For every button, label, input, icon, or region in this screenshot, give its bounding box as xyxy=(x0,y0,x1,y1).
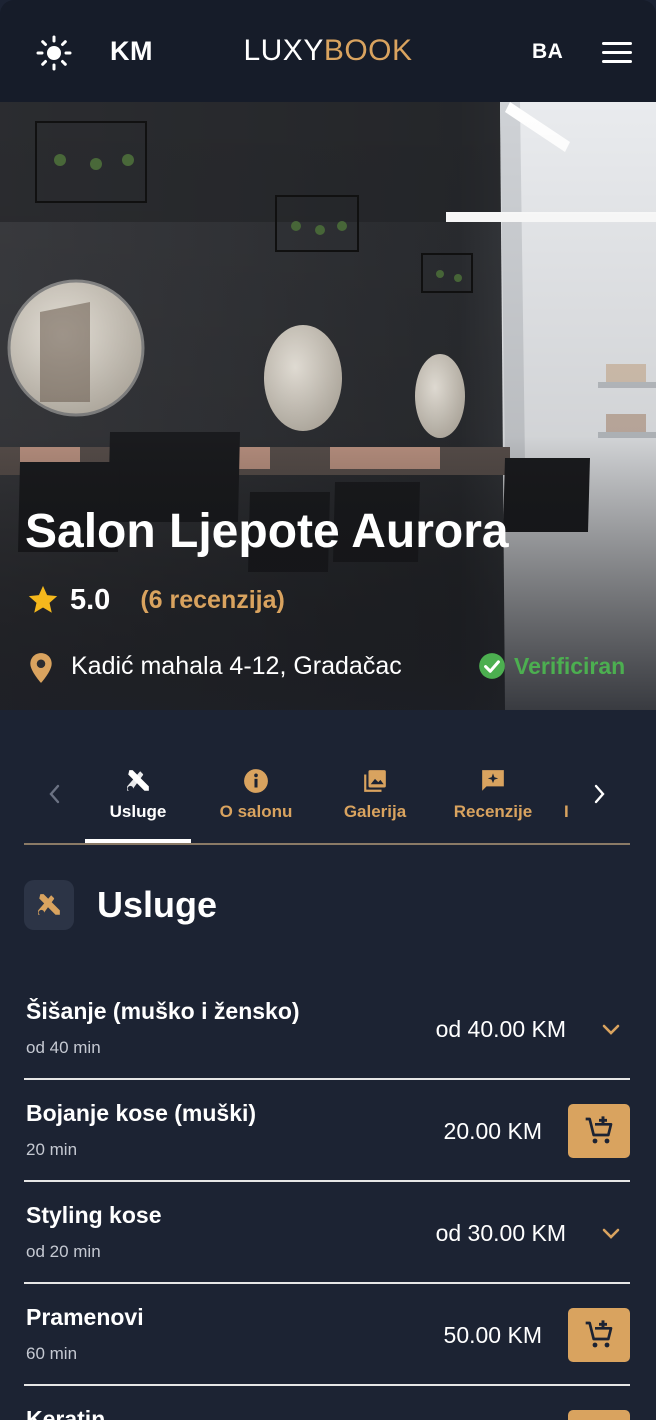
rating-row: 5.0 (6 recenzija) xyxy=(26,580,285,620)
service-name: Bojanje kose (muški) xyxy=(26,1100,257,1126)
tabs-scroll-right-icon[interactable] xyxy=(590,780,610,808)
info-icon xyxy=(244,769,268,793)
verified-label: Verificiran xyxy=(514,652,626,679)
service-item: Bojanje kose (muški) 20 min 20.00 KM xyxy=(24,1080,630,1182)
add-to-cart-button[interactable] xyxy=(568,1308,630,1362)
top-navigation-bar: KM LUXYBOOK BA xyxy=(0,0,656,102)
tab-o-salonu[interactable]: O salonu xyxy=(201,750,311,843)
service-duration: 20 min xyxy=(26,1140,78,1159)
chevron-down-icon[interactable] xyxy=(600,1018,622,1040)
section-title: Usluge xyxy=(97,884,218,925)
services-section-icon xyxy=(24,880,74,930)
service-duration: 60 min xyxy=(26,1344,78,1363)
active-tab-indicator xyxy=(85,839,191,843)
services-list: Šišanje (muško i žensko) od 40 min od 40… xyxy=(24,978,630,1420)
service-duration: od 40 min xyxy=(26,1038,101,1057)
language-selector[interactable]: BA xyxy=(532,40,563,64)
rating-value: 5.0 xyxy=(70,583,111,616)
tab-galerija[interactable]: Galerija xyxy=(320,750,430,843)
star-icon xyxy=(28,585,58,613)
scissors-ruler-icon xyxy=(38,894,60,916)
add-cart-icon xyxy=(585,1116,613,1144)
hamburger-menu-icon[interactable] xyxy=(602,42,632,64)
tab-label: Galerija xyxy=(343,802,407,821)
tab-label: O salonu xyxy=(219,802,293,821)
location-pin-icon xyxy=(30,653,52,683)
service-name: Styling kose xyxy=(26,1202,162,1228)
review-icon xyxy=(482,770,504,791)
verified-badge: Verificiran xyxy=(478,652,625,680)
chevron-down-icon[interactable] xyxy=(600,1222,622,1244)
salon-name: Salon Ljepote Aurora xyxy=(25,505,509,558)
check-circle-icon xyxy=(479,653,505,679)
salon-tabs: Usluge O salonu Galerija Recenzije I xyxy=(24,750,630,845)
gallery-icon xyxy=(364,770,386,792)
service-duration: od 20 min xyxy=(26,1242,101,1261)
add-cart-icon xyxy=(585,1320,613,1348)
reviews-count-link[interactable]: (6 recenzija) xyxy=(140,586,285,615)
service-item[interactable]: Styling kose od 20 min od 30.00 KM xyxy=(24,1182,630,1284)
service-name: Keratin xyxy=(26,1406,106,1420)
service-price: 20.00 KM xyxy=(443,1118,542,1144)
add-to-cart-button[interactable] xyxy=(568,1410,630,1420)
scissors-ruler-icon xyxy=(127,770,149,792)
service-item: Keratin xyxy=(24,1386,630,1420)
service-item[interactable]: Šišanje (muško i žensko) od 40 min od 40… xyxy=(24,978,630,1080)
service-name: Šišanje (muško i žensko) xyxy=(26,998,300,1024)
brand-logo-part1: LUXY xyxy=(243,34,324,67)
tab-label: Usluge xyxy=(109,802,167,821)
tab-recenzije[interactable]: Recenzije xyxy=(438,750,548,843)
service-name: Pramenovi xyxy=(26,1304,144,1330)
brand-logo-part2: BOOK xyxy=(323,34,413,67)
salon-hero: Salon Ljepote Aurora 5.0 (6 recenzija) K… xyxy=(0,102,656,710)
service-price: 50.00 KM xyxy=(443,1322,542,1348)
add-to-cart-button[interactable] xyxy=(568,1104,630,1158)
tab-usluge[interactable]: Usluge xyxy=(83,750,193,843)
salon-address[interactable]: Kadić mahala 4-12, Gradačac xyxy=(71,652,402,681)
service-price: od 40.00 KM xyxy=(435,1016,566,1042)
tab-label: Recenzije xyxy=(453,802,533,821)
tab-overflow-partial[interactable]: I xyxy=(564,802,569,822)
tabs-scroll-left-icon[interactable] xyxy=(44,780,64,808)
service-price: od 30.00 KM xyxy=(435,1220,566,1246)
service-item: Pramenovi 60 min 50.00 KM xyxy=(24,1284,630,1386)
